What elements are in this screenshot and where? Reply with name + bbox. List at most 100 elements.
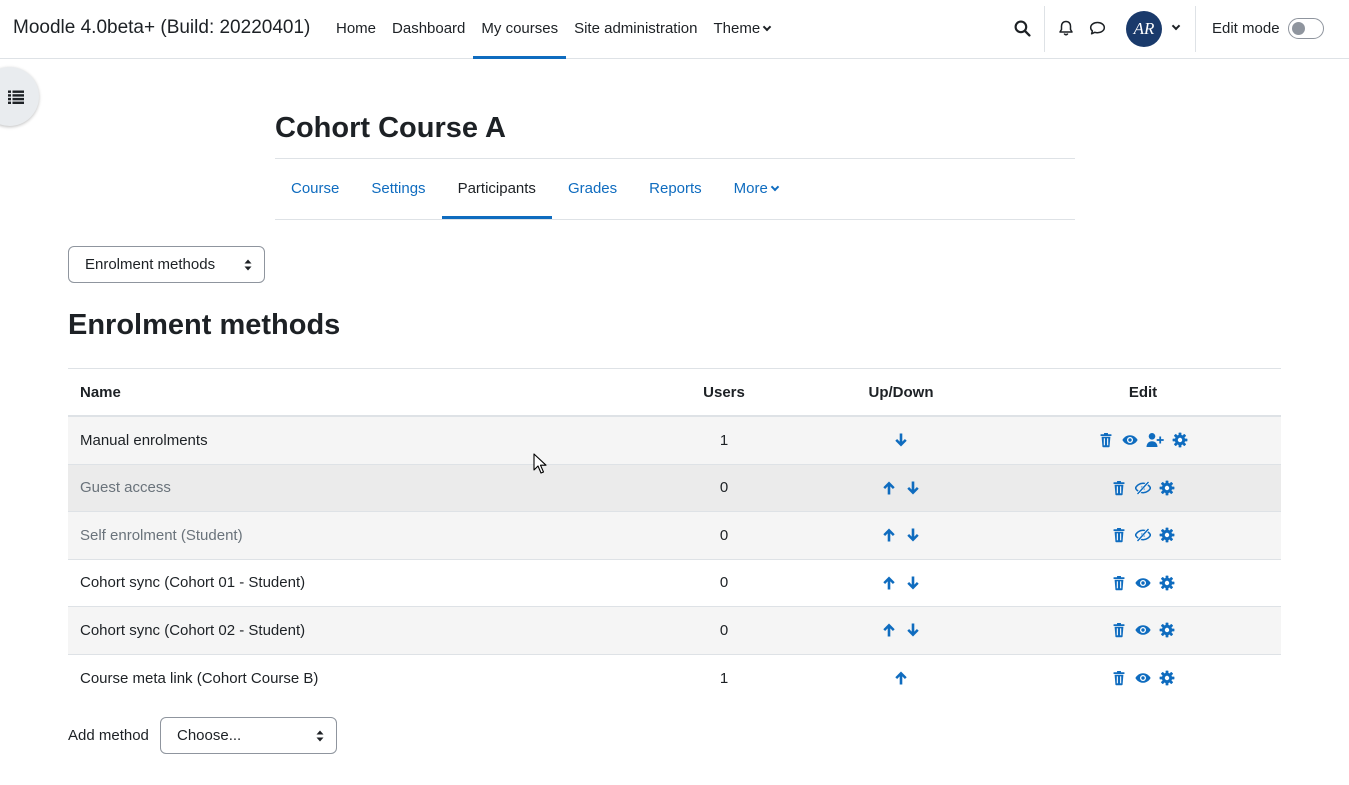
primary-navigation: Home Dashboard My courses Site administr… bbox=[328, 0, 779, 59]
participants-jump-select[interactable]: Enrolment methods bbox=[68, 246, 265, 283]
nav-home[interactable]: Home bbox=[328, 0, 384, 58]
course-title: Cohort Course A bbox=[275, 112, 506, 144]
list-icon bbox=[8, 90, 24, 104]
trash-icon[interactable] bbox=[1111, 480, 1127, 496]
nav-site-administration[interactable]: Site administration bbox=[566, 0, 705, 58]
arrow-down-icon[interactable] bbox=[893, 432, 909, 448]
navbar-divider bbox=[1195, 6, 1196, 52]
header-name: Name bbox=[80, 384, 121, 401]
table-row: Cohort sync (Cohort 01 - Student) 0 bbox=[68, 560, 1281, 607]
gear-icon[interactable] bbox=[1159, 480, 1175, 496]
table-row: Self enrolment (Student) 0 bbox=[68, 512, 1281, 560]
secondary-navigation: Course Settings Participants Grades Repo… bbox=[275, 159, 794, 219]
table-row: Manual enrolments 1 bbox=[68, 417, 1281, 465]
trash-icon[interactable] bbox=[1098, 432, 1114, 448]
table-body: Manual enrolments 1 Guest access 0 Self enro… bbox=[68, 417, 1281, 702]
arrow-up-icon[interactable] bbox=[881, 575, 897, 591]
table-header: Name Users Up/Down Edit bbox=[68, 369, 1281, 417]
bell-icon[interactable] bbox=[1058, 20, 1074, 41]
enrolment-method-name: Self enrolment (Student) bbox=[80, 526, 243, 544]
table-row: Cohort sync (Cohort 02 - Student) 0 bbox=[68, 607, 1281, 655]
page-heading: Enrolment methods bbox=[68, 309, 341, 341]
eye-icon[interactable] bbox=[1135, 670, 1151, 686]
user-count: 1 bbox=[719, 431, 729, 449]
trash-icon[interactable] bbox=[1111, 622, 1127, 638]
eye-icon[interactable] bbox=[1122, 432, 1138, 448]
gear-icon[interactable] bbox=[1159, 670, 1175, 686]
user-count: 0 bbox=[719, 621, 729, 639]
header-edit: Edit bbox=[1128, 384, 1158, 401]
trash-icon[interactable] bbox=[1111, 527, 1127, 543]
user-count: 0 bbox=[719, 479, 729, 497]
chevron-down-icon bbox=[762, 22, 772, 32]
chat-bubble-icon[interactable] bbox=[1089, 21, 1106, 40]
gear-icon[interactable] bbox=[1159, 622, 1175, 638]
table-row: Course meta link (Cohort Course B) 1 bbox=[68, 655, 1281, 703]
nav-my-courses[interactable]: My courses bbox=[473, 0, 566, 59]
tab-participants[interactable]: Participants bbox=[441, 159, 553, 219]
enrolment-methods-table: Name Users Up/Down Edit Manual enrolment… bbox=[68, 368, 1281, 702]
chevron-down-icon bbox=[770, 182, 780, 192]
updown-cell bbox=[845, 560, 957, 607]
gear-icon[interactable] bbox=[1159, 527, 1175, 543]
arrow-down-icon[interactable] bbox=[905, 622, 921, 638]
site-brand[interactable]: Moodle 4.0beta+ (Build: 20220401) bbox=[13, 17, 310, 39]
eye-icon[interactable] bbox=[1135, 622, 1151, 638]
tab-more[interactable]: More bbox=[718, 159, 794, 219]
gear-icon[interactable] bbox=[1172, 432, 1188, 448]
select-value: Choose... bbox=[177, 727, 242, 744]
enrolment-method-name: Cohort sync (Cohort 02 - Student) bbox=[80, 621, 306, 639]
gear-icon[interactable] bbox=[1159, 575, 1175, 591]
edit-mode-label: Edit mode bbox=[1212, 20, 1280, 37]
select-value: Enrolment methods bbox=[85, 256, 216, 273]
edit-cell bbox=[1088, 560, 1198, 607]
edit-cell bbox=[1088, 655, 1198, 703]
nav-theme[interactable]: Theme bbox=[706, 0, 779, 58]
edit-cell bbox=[1088, 512, 1198, 559]
header-users: Users bbox=[703, 384, 745, 401]
edit-cell bbox=[1088, 465, 1198, 512]
sort-arrows-icon bbox=[316, 730, 324, 741]
user-count: 0 bbox=[719, 526, 729, 544]
enrolment-method-name: Manual enrolments bbox=[80, 431, 208, 449]
updown-cell bbox=[845, 417, 957, 464]
sort-arrows-icon bbox=[244, 259, 252, 270]
toggle-knob bbox=[1292, 22, 1305, 35]
nav-dashboard[interactable]: Dashboard bbox=[384, 0, 473, 58]
add-method-label: Add method bbox=[68, 727, 149, 744]
table-row: Guest access 0 bbox=[68, 464, 1281, 512]
divider bbox=[275, 219, 1075, 220]
user-plus-icon[interactable] bbox=[1146, 432, 1164, 448]
arrow-up-icon[interactable] bbox=[881, 480, 897, 496]
updown-cell bbox=[845, 465, 957, 512]
arrow-down-icon[interactable] bbox=[905, 480, 921, 496]
arrow-up-icon[interactable] bbox=[881, 622, 897, 638]
add-method-select[interactable]: Choose... bbox=[160, 717, 337, 754]
tab-settings[interactable]: Settings bbox=[355, 159, 441, 219]
tab-course[interactable]: Course bbox=[275, 159, 355, 219]
top-navbar: Moodle 4.0beta+ (Build: 20220401) Home D… bbox=[0, 0, 1349, 59]
enrolment-method-name: Guest access bbox=[80, 479, 171, 497]
trash-icon[interactable] bbox=[1111, 670, 1127, 686]
arrow-down-icon[interactable] bbox=[905, 527, 921, 543]
arrow-down-icon[interactable] bbox=[905, 575, 921, 591]
eye-slash-icon[interactable] bbox=[1134, 480, 1152, 496]
arrow-up-icon[interactable] bbox=[881, 527, 897, 543]
tab-reports[interactable]: Reports bbox=[633, 159, 718, 219]
arrow-up-icon[interactable] bbox=[893, 670, 909, 686]
navbar-divider bbox=[1044, 6, 1045, 52]
search-icon[interactable] bbox=[1014, 20, 1031, 41]
user-count: 1 bbox=[719, 669, 729, 687]
edit-cell bbox=[1088, 417, 1198, 464]
course-index-drawer-button[interactable] bbox=[0, 67, 39, 126]
chevron-down-icon[interactable] bbox=[1171, 21, 1181, 31]
tab-grades[interactable]: Grades bbox=[552, 159, 633, 219]
avatar[interactable]: AR bbox=[1126, 11, 1162, 47]
updown-cell bbox=[845, 607, 957, 654]
updown-cell bbox=[845, 512, 957, 559]
edit-mode-toggle[interactable] bbox=[1288, 18, 1324, 39]
edit-cell bbox=[1088, 607, 1198, 654]
trash-icon[interactable] bbox=[1111, 575, 1127, 591]
eye-slash-icon[interactable] bbox=[1134, 527, 1152, 543]
eye-icon[interactable] bbox=[1135, 575, 1151, 591]
